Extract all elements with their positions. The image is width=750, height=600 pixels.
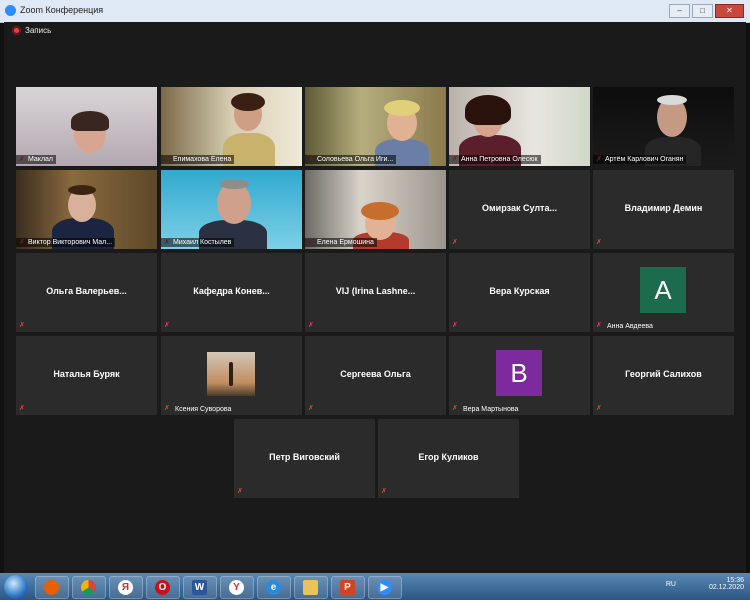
opera-icon[interactable]: O	[146, 576, 180, 599]
muted-mic-icon: ✗	[164, 322, 170, 329]
record-icon	[12, 26, 21, 35]
participant-name: Артём Карлович Оганян	[593, 155, 687, 164]
participant-tile[interactable]: Омирзак Султа... ✗	[449, 170, 590, 249]
participant-name-centered: Сергеева Ольга	[340, 369, 411, 379]
close-button[interactable]: ✕	[715, 4, 744, 18]
participant-name: Анна Авдеева	[607, 323, 653, 330]
powerpoint-icon[interactable]: P	[331, 576, 365, 599]
muted-mic-icon: ✗	[19, 322, 25, 329]
participant-avatar: B	[496, 350, 542, 396]
muted-mic-icon: ✗	[308, 322, 314, 329]
zoom-app-icon	[5, 5, 16, 16]
participant-name: Михаил Костылев	[161, 238, 235, 247]
participant-tile[interactable]: Наталья Буряк ✗	[16, 336, 157, 415]
participant-name-centered: Егор Куликов	[418, 452, 479, 462]
participant-name: Ксения Суворова	[175, 406, 232, 413]
participant-tile[interactable]: ✗ Виктор Викторович Мал...	[16, 170, 157, 249]
participant-name: Маклал	[16, 155, 57, 164]
yandex-browser-icon[interactable]: Y	[220, 576, 254, 599]
zoom-gallery-view: Запись ✗ Маклал ✗ Епимахова Елена ✗ Соло…	[4, 22, 746, 573]
participant-name: Соловьева Ольга Иги...	[305, 155, 397, 164]
language-indicator[interactable]: RU	[666, 581, 676, 588]
clock[interactable]: 15:36 02.12.2020	[709, 577, 744, 591]
firefox-icon[interactable]	[35, 576, 69, 599]
window-titlebar: Zoom Конференция – □ ✕	[0, 0, 750, 23]
participant-name: Анна Петровна Олесюк	[449, 155, 541, 164]
muted-mic-icon: ✗	[452, 322, 458, 329]
participant-name: Елена Ермошина	[305, 238, 377, 247]
participant-tile[interactable]: VIJ (Irina Lashne... ✗	[305, 253, 446, 332]
participant-tile[interactable]: ✗ Епимахова Елена	[161, 87, 302, 166]
muted-mic-icon: ✗	[596, 239, 602, 246]
recording-label: Запись	[25, 26, 52, 35]
zoom-icon[interactable]: ▶	[368, 576, 402, 599]
participant-tile[interactable]: Сергеева Ольга ✗	[305, 336, 446, 415]
participant-name-centered: Ольга Валерьев...	[46, 286, 127, 296]
participant-tile[interactable]: A ✗ Анна Авдеева	[593, 253, 734, 332]
participant-name-centered: Вера Курская	[489, 286, 550, 296]
edge-icon[interactable]: e	[257, 576, 291, 599]
muted-mic-icon: ✗	[452, 239, 458, 246]
participant-name: Епимахова Елена	[161, 155, 235, 164]
word-icon[interactable]: W	[183, 576, 217, 599]
minimize-button[interactable]: –	[669, 4, 690, 18]
muted-mic-icon: ✗	[164, 405, 170, 412]
participant-tile[interactable]: Ольга Валерьев... ✗	[16, 253, 157, 332]
muted-mic-icon: ✗	[452, 405, 458, 412]
participant-name-centered: Наталья Буряк	[53, 369, 120, 379]
participant-name: Виктор Викторович Мал...	[16, 238, 116, 247]
participant-tile[interactable]: ✗ Анна Петровна Олесюк	[449, 87, 590, 166]
participant-tile[interactable]: ✗ Маклал	[16, 87, 157, 166]
explorer-icon[interactable]	[294, 576, 328, 599]
muted-mic-icon: ✗	[596, 322, 602, 329]
participant-tile[interactable]: Петр Виговский ✗	[234, 419, 375, 498]
participant-name-centered: Владимир Демин	[624, 203, 703, 213]
muted-mic-icon: ✗	[381, 488, 387, 495]
muted-mic-icon: ✗	[596, 405, 602, 412]
participant-tile[interactable]: ✗ Елена Ермошина	[305, 170, 446, 249]
participant-tile[interactable]: ✗ Михаил Костылев	[161, 170, 302, 249]
clock-time: 15:36	[726, 577, 744, 584]
participant-name-centered: Омирзак Султа...	[482, 203, 557, 213]
participant-tile[interactable]: Егор Куликов ✗	[378, 419, 519, 498]
participant-tile[interactable]: ✗ Артём Карлович Оганян	[593, 87, 734, 166]
participant-tile[interactable]: Георгий Салихов ✗	[593, 336, 734, 415]
windows-taskbar: Я O W Y e P ▶ RU 15:36 02.12.2020	[0, 573, 750, 600]
start-button[interactable]	[4, 575, 28, 599]
participant-tile-active-speaker[interactable]: ✗ Соловьева Ольга Иги...	[305, 87, 446, 166]
participant-tile[interactable]: Владимир Демин ✗	[593, 170, 734, 249]
yandex-icon[interactable]: Я	[109, 576, 143, 599]
participant-tile[interactable]: Вера Курская ✗	[449, 253, 590, 332]
clock-date: 02.12.2020	[708, 584, 744, 591]
muted-mic-icon: ✗	[237, 488, 243, 495]
participant-name-centered: Кафедра Конев...	[193, 286, 270, 296]
participant-tile[interactable]: ✗ Ксения Суворова	[161, 336, 302, 415]
participant-name-centered: Георгий Салихов	[625, 369, 702, 379]
participant-avatar: A	[640, 267, 686, 313]
muted-mic-icon: ✗	[19, 405, 25, 412]
window-title: Zoom Конференция	[20, 5, 104, 15]
chrome-icon[interactable]	[72, 576, 106, 599]
maximize-button[interactable]: □	[692, 4, 713, 18]
participant-name-centered: VIJ (Irina Lashne...	[335, 286, 416, 296]
muted-mic-icon: ✗	[308, 405, 314, 412]
participant-name-centered: Петр Виговский	[269, 452, 340, 462]
participant-name: Вера Мартынова	[463, 406, 519, 413]
participant-tile[interactable]: Кафедра Конев... ✗	[161, 253, 302, 332]
recording-indicator[interactable]: Запись	[12, 26, 51, 35]
profile-photo	[207, 352, 255, 396]
participant-tile[interactable]: B ✗ Вера Мартынова	[449, 336, 590, 415]
window-controls: – □ ✕	[669, 4, 744, 18]
